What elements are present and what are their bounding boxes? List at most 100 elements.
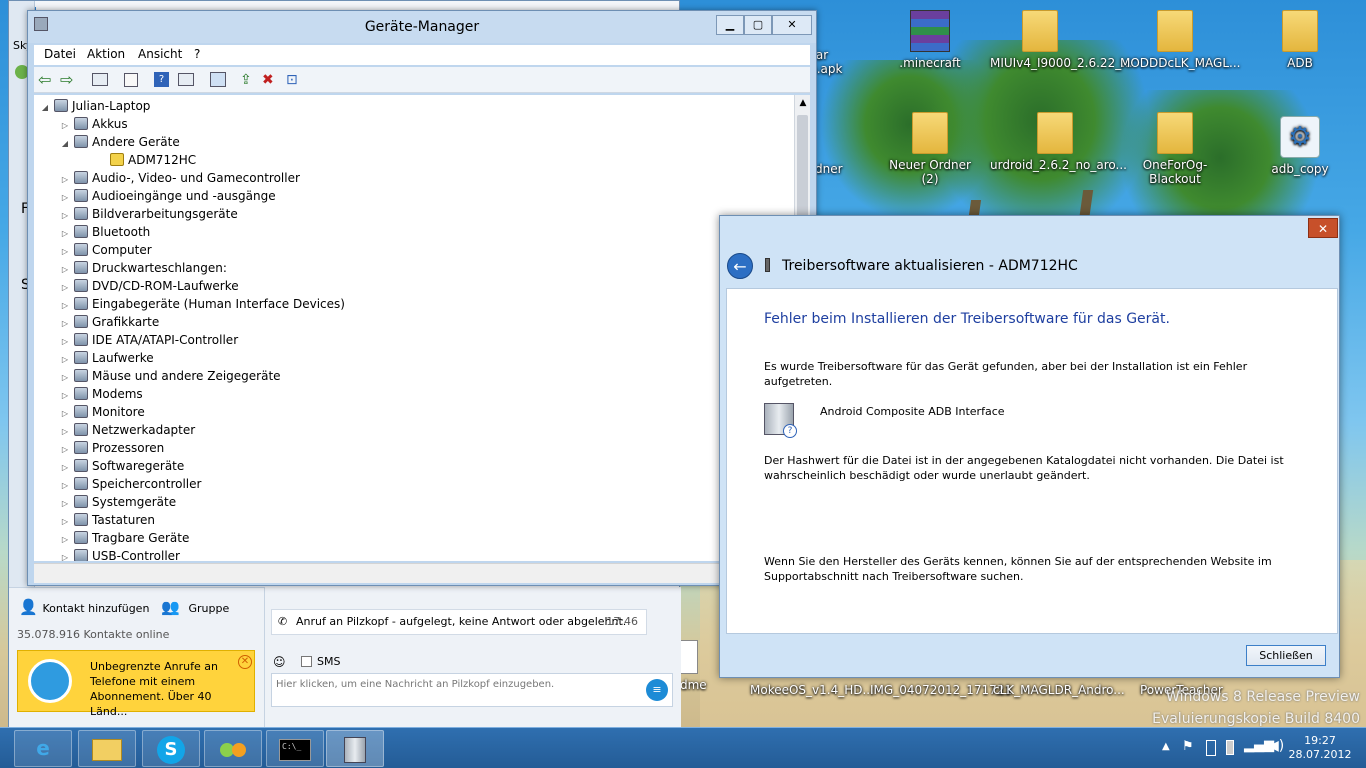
- battery-icon[interactable]: [1206, 740, 1216, 756]
- call-entry[interactable]: ✆ Anruf an Pilzkopf - aufgelegt, keine A…: [271, 609, 647, 635]
- send-icon[interactable]: ≡: [646, 679, 668, 701]
- menu-ansicht[interactable]: Ansicht: [138, 47, 182, 61]
- tree-category[interactable]: ▷ Bluetooth: [60, 223, 150, 241]
- explorer-icon[interactable]: [78, 730, 136, 767]
- device-manager-window[interactable]: Geräte-Manager ▁ ▢ ✕ Datei Aktion Ansich…: [27, 10, 817, 586]
- ie-icon[interactable]: e: [14, 730, 72, 767]
- tree-category[interactable]: ▷ Grafikkarte: [60, 313, 159, 331]
- file-icon: [680, 640, 698, 674]
- collapse-icon[interactable]: ◢: [60, 135, 70, 153]
- folder-icon: [1157, 112, 1193, 154]
- dialog-close-button[interactable]: ✕: [1308, 218, 1338, 238]
- tree-category[interactable]: ▷ Speichercontroller: [60, 475, 201, 493]
- close-icon[interactable]: ✕: [238, 655, 252, 669]
- sms-checkbox[interactable]: [301, 656, 312, 667]
- phone-icon: ✆: [278, 615, 288, 628]
- devmgr-taskbar-icon[interactable]: [326, 730, 384, 767]
- minimize-button[interactable]: ▁: [716, 15, 744, 35]
- tree-category[interactable]: ▷ Computer: [60, 241, 152, 259]
- driver-update-dialog[interactable]: ✕ ← Treibersoftware aktualisieren - ADM7…: [719, 215, 1340, 678]
- skype-icon[interactable]: S: [142, 730, 200, 767]
- folder-icon: [1282, 10, 1318, 52]
- close-dialog-button[interactable]: Schließen: [1246, 645, 1326, 666]
- tree-category[interactable]: ▷ IDE ATA/ATAPI-Controller: [60, 331, 238, 349]
- device-tray-icon[interactable]: [1226, 740, 1234, 755]
- desktop-icon-minecraft[interactable]: .minecraft: [880, 10, 980, 70]
- tree-category[interactable]: ▷ DVD/CD-ROM-Laufwerke: [60, 277, 239, 295]
- group-button[interactable]: 👥 Gruppe: [161, 598, 229, 616]
- device-category-icon: [74, 477, 88, 490]
- tree-category[interactable]: ▷ Eingabegeräte (Human Interface Devices): [60, 295, 345, 313]
- desktop-icon-miui[interactable]: MIUIv4_I9000_2.6.22_...: [990, 10, 1133, 70]
- properties-icon[interactable]: [124, 73, 138, 87]
- device-category-icon: [74, 135, 88, 148]
- desktop-icon-moddd[interactable]: MODDDcLK_MAGL...: [1120, 10, 1240, 70]
- menu-help[interactable]: ?: [194, 47, 200, 61]
- maximize-button[interactable]: ▢: [744, 15, 772, 35]
- error-paragraph-2: Der Hashwert für die Datei ist in der an…: [764, 454, 1284, 482]
- tree-category[interactable]: ▷ Laufwerke: [60, 349, 154, 367]
- expand-icon[interactable]: ▷: [60, 549, 70, 561]
- tree-category[interactable]: ▷ Monitore: [60, 403, 145, 421]
- device-category-icon: [74, 207, 88, 220]
- volume-icon[interactable]: ◀): [1268, 738, 1284, 754]
- menu-datei[interactable]: Datei: [44, 47, 76, 61]
- back-button[interactable]: ←: [727, 253, 753, 279]
- message-input[interactable]: Hier klicken, um eine Nachricht an Pilzk…: [271, 673, 673, 707]
- tree-category[interactable]: ▷ Tastaturen: [60, 511, 155, 529]
- desktop-icon-ordner[interactable]: dner: [815, 162, 855, 176]
- scan-hardware-icon[interactable]: [210, 72, 226, 87]
- device-category-icon: [74, 261, 88, 274]
- clock[interactable]: 19:27 28.07.2012: [1288, 734, 1352, 762]
- error-paragraph-3: Wenn Sie den Hersteller des Geräts kenne…: [764, 555, 1272, 583]
- tree-category[interactable]: ▷ Tragbare Geräte: [60, 529, 189, 547]
- view-icon[interactable]: [178, 73, 194, 86]
- gear-icon: ⚙: [1280, 116, 1320, 158]
- tree-child-device[interactable]: ADM712HC: [96, 151, 196, 169]
- uninstall-icon[interactable]: ✖: [262, 72, 274, 88]
- desktop-icon-neuer-ordner[interactable]: Neuer Ordner (2): [880, 112, 980, 186]
- winrar-icon: [910, 10, 950, 52]
- disable-icon[interactable]: ⊡: [286, 72, 298, 88]
- tree-category[interactable]: ▷ USB-Controller: [60, 547, 180, 561]
- add-contact-button[interactable]: 👤 Kontakt hinzufügen: [19, 598, 149, 616]
- close-button[interactable]: ✕: [772, 15, 812, 35]
- help-icon[interactable]: ?: [154, 72, 169, 87]
- tree-category[interactable]: ▷ Prozessoren: [60, 439, 164, 457]
- update-driver-icon[interactable]: ⇪: [240, 72, 252, 88]
- desktop-icon-dme[interactable]: dme: [680, 640, 720, 692]
- people-icon[interactable]: [204, 730, 262, 767]
- desktop-icon-img[interactable]: IMG_04072012_171721: [870, 683, 1012, 697]
- tree-category[interactable]: ▷ Netzwerkadapter: [60, 421, 195, 439]
- promo-banner[interactable]: Unbegrenzte Anrufe an Telefone mit einem…: [17, 650, 255, 718]
- tree-category[interactable]: ▷ Systemgeräte: [60, 493, 176, 511]
- device-icon: ?: [764, 403, 797, 438]
- usb-icon: [765, 258, 770, 272]
- console-tree-icon[interactable]: [92, 73, 108, 86]
- desktop-icon-clk[interactable]: cLK_MAGLDR_Andro...: [993, 683, 1125, 697]
- tree-category[interactable]: ▷ Akkus: [60, 115, 128, 133]
- forward-icon[interactable]: ⇨: [60, 70, 73, 89]
- tree-category[interactable]: ▷ Softwaregeräte: [60, 457, 184, 475]
- cmd-icon[interactable]: C:\_: [266, 730, 324, 767]
- tree-category[interactable]: ◢ Andere Geräte: [60, 133, 180, 151]
- desktop-icon-urdroid[interactable]: urdroid_2.6.2_no_aro...: [990, 112, 1127, 172]
- tree-category[interactable]: ▷ Mäuse und andere Zeigegeräte: [60, 367, 281, 385]
- tree-category[interactable]: ▷ Audio-, Video- und Gamecontroller: [60, 169, 300, 187]
- action-center-icon[interactable]: ⚑: [1182, 739, 1194, 754]
- device-tree[interactable]: ▲ ◢ Julian-Laptop ▷ Akkus ◢ Andere Geräte ADM…: [34, 95, 810, 561]
- emoji-icon[interactable]: ☺: [273, 655, 286, 669]
- desktop-icon-mokee[interactable]: MokeeOS_v1.4_HD...: [750, 683, 874, 697]
- tree-category[interactable]: ▷ Bildverarbeitungsgeräte: [60, 205, 238, 223]
- menu-aktion[interactable]: Aktion: [87, 47, 125, 61]
- back-icon[interactable]: ⇦: [38, 70, 51, 89]
- desktop-icon-adb-copy[interactable]: ⚙ adb_copy: [1250, 116, 1350, 176]
- tree-category[interactable]: ▷ Modems: [60, 385, 143, 403]
- tree-root[interactable]: ◢ Julian-Laptop: [40, 97, 150, 115]
- dialog-title: Treibersoftware aktualisieren - ADM712HC: [782, 258, 1078, 274]
- desktop-icon-oneforog[interactable]: OneForOg-Blackout: [1120, 112, 1230, 186]
- tree-category[interactable]: ▷ Audioeingänge und -ausgänge: [60, 187, 276, 205]
- desktop-icon-adb[interactable]: ADB: [1250, 10, 1350, 70]
- tray-chevron-icon[interactable]: ▲: [1162, 741, 1170, 752]
- tree-category[interactable]: ▷ Druckwarteschlangen:: [60, 259, 227, 277]
